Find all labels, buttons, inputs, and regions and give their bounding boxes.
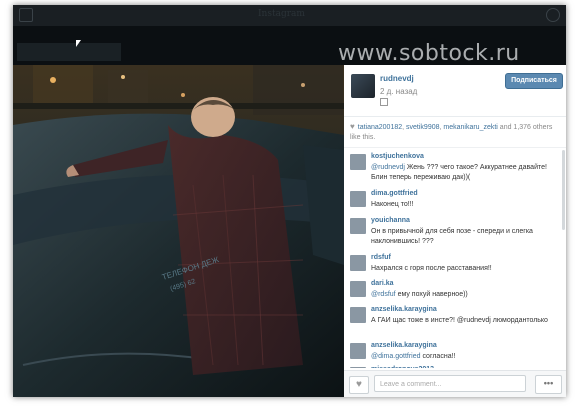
post-header: rudnevdj 2 д. назад Подписаться	[344, 65, 566, 117]
comments-list[interactable]: kostjuchenkova @rudnevdj Жень ??? чего т…	[344, 147, 566, 368]
comment-username[interactable]: dari.ka	[371, 280, 394, 287]
mention[interactable]: @rudnevdj	[371, 164, 405, 171]
mention[interactable]: @rdsfuf	[371, 291, 396, 298]
liker-3[interactable]: mekanikaru_zekti	[443, 124, 497, 131]
comment-username[interactable]: rdsfuf	[371, 254, 391, 261]
mention[interactable]: @dima.gottfried	[371, 353, 421, 360]
profile-icon[interactable]	[546, 8, 560, 22]
avatar[interactable]	[351, 74, 375, 98]
comments-scrollbar[interactable]	[562, 150, 565, 230]
comment-text: Наконец то!!!	[371, 201, 414, 208]
blurred-area	[17, 43, 121, 61]
photo-scene: ТЕЛЕФОН ДЕЖ (495) 62	[13, 65, 344, 397]
location-icon[interactable]	[380, 98, 388, 106]
avatar[interactable]	[350, 218, 366, 234]
lightbox: Instagram ТЕЛЕФОН ДЕЖ (495) 62 rudnevdj …	[13, 5, 566, 397]
comment-username[interactable]: anzselika.karaygina	[371, 342, 437, 349]
comment-bar: ♥ Leave a comment... •••	[344, 370, 566, 397]
liker-1[interactable]: tatiana200182	[358, 124, 402, 131]
comment-username[interactable]: kostjuchenkova	[371, 153, 424, 160]
mouse-cursor-icon	[76, 40, 81, 47]
comment-text: @rudnevdj Жень ??? чего такое? Аккуратне…	[371, 163, 556, 183]
comment-text: Нахрался с горя после расставания!!	[371, 265, 492, 272]
comment-username[interactable]: dima.gottfried	[371, 190, 418, 197]
avatar[interactable]	[350, 255, 366, 271]
comment-username[interactable]: youichanna	[371, 217, 410, 224]
follow-button[interactable]: Подписаться	[505, 73, 563, 89]
comment-username[interactable]: anzselika.karaygina	[371, 306, 437, 313]
comment-input[interactable]: Leave a comment...	[374, 375, 526, 392]
comment-text: Он в привычной для себя позе - спереди и…	[371, 228, 533, 245]
avatar[interactable]	[350, 367, 366, 368]
post-details-panel: rudnevdj 2 д. назад Подписаться ♥ tatiana…	[344, 65, 566, 397]
avatar[interactable]	[350, 191, 366, 207]
like-button[interactable]: ♥	[349, 376, 369, 394]
comment-text: А ГАИ щас тоже в инсте?! @rudnevdj люмор…	[371, 317, 548, 324]
home-icon[interactable]	[19, 8, 33, 22]
watermark: www.sobtock.ru	[338, 41, 520, 66]
avatar[interactable]	[350, 154, 366, 170]
likes-summary: ♥ tatiana200182, svetik9908, mekanikaru_z…	[350, 122, 553, 141]
comment-body: ему похуй наверное))	[395, 291, 468, 298]
heart-icon: ♥	[350, 122, 355, 131]
top-bar: Instagram	[13, 5, 566, 26]
comment-text: @rdsfuf ему похуй наверное))	[371, 290, 556, 300]
more-options-button[interactable]: •••	[535, 375, 562, 394]
avatar[interactable]	[350, 281, 366, 297]
comment-body: согласна!!	[420, 353, 456, 360]
avatar[interactable]	[350, 307, 366, 323]
comment-text: @dima.gottfried согласна!!	[371, 352, 556, 362]
comment-username[interactable]: missadronova2013	[371, 366, 434, 368]
liker-2[interactable]: svetik9908	[406, 124, 439, 131]
site-logo: Instagram	[258, 9, 305, 19]
post-time: 2 д. назад	[380, 87, 418, 96]
author-username[interactable]: rudnevdj	[380, 74, 414, 83]
post-photo[interactable]: ТЕЛЕФОН ДЕЖ (495) 62	[13, 65, 344, 397]
avatar[interactable]	[350, 343, 366, 359]
